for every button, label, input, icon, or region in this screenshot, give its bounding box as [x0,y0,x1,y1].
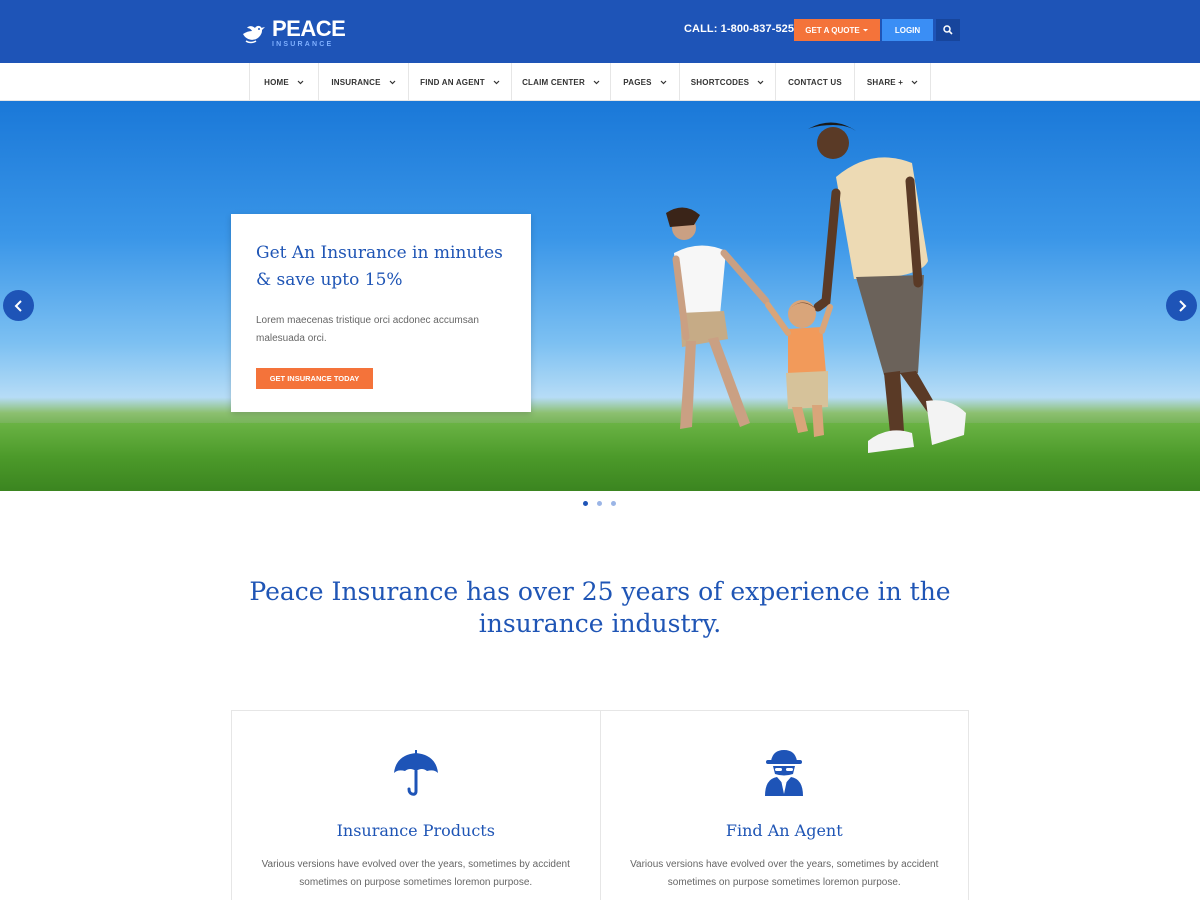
nav-item-share[interactable]: SHARE + [855,63,931,101]
hero-text: Lorem maecenas tristique orci acdonec ac… [256,315,479,344]
nav-item-claim-center[interactable]: CLAIM CENTER [512,63,611,101]
nav-item-label: INSURANCE [331,77,381,87]
hero-card: Get An Insurance in minutes & save upto … [231,214,531,412]
login-button[interactable]: LOGIN [882,19,933,41]
nav-item-label: CONTACT US [788,77,842,87]
nav-item-shortcodes[interactable]: SHORTCODES [680,63,776,101]
nav-item-label: SHORTCODES [690,77,750,87]
slider-next-button[interactable] [1166,290,1197,321]
feature-insurance-products[interactable]: Insurance Products Various versions have… [232,711,600,900]
nav-item-insurance[interactable]: INSURANCE [319,63,409,101]
search-icon [943,25,953,35]
dove-icon [243,25,265,44]
chevron-down-icon [911,80,918,84]
nav-item-label: SHARE + [866,77,904,87]
chevron-down-icon [660,80,667,84]
features-grid: Insurance Products Various versions have… [231,710,969,900]
logo[interactable]: PEACE INSURANCE [240,16,346,48]
agent-icon [765,750,804,796]
nav-item-pages[interactable]: PAGES [611,63,680,101]
nav-item-label: CLAIM CENTER [522,77,585,87]
chevron-right-icon [1178,299,1186,312]
slider-dot[interactable] [597,501,602,506]
chevron-left-icon [14,299,22,312]
chevron-down-icon [757,80,764,84]
search-button[interactable] [936,19,960,41]
feature-find-an-agent[interactable]: Find An Agent Various versions have evol… [599,711,969,900]
get-quote-button[interactable]: GET A QUOTE [794,19,880,41]
nav-item-contact-us[interactable]: CONTACT US [776,63,855,101]
chevron-down-icon [297,80,304,84]
brand-name: PEACE [272,16,346,41]
nav-item-label: HOME [264,77,289,87]
nav-item-home[interactable]: HOME [250,63,319,101]
caret-down-icon [862,29,868,32]
slider-prev-button[interactable] [3,290,34,321]
brand-tagline: INSURANCE [272,41,334,48]
nav-item-label: PAGES [623,77,652,87]
phone-number: CALL: 1-800-837-5254 [684,23,801,35]
top-bar: PEACE INSURANCE CALL: 1-800-837-5254 GET… [0,0,1200,63]
get-quote-label: GET A QUOTE [805,25,860,35]
nav-menu: HOME INSURANCE FIND AN AGENT CLAIM CENTE… [249,63,931,101]
hero-title: Get An Insurance in minutes & save upto … [256,243,503,290]
slider-dot[interactable] [611,501,616,506]
intro-heading: Peace Insurance has over 25 years of exp… [249,577,951,638]
feature-text: Various versions have evolved over the y… [630,859,939,888]
nav-item-find-an-agent[interactable]: FIND AN AGENT [409,63,512,101]
feature-title: Find An Agent [725,821,843,840]
chevron-down-icon [389,80,396,84]
hero-slider: Get An Insurance in minutes & save upto … [0,101,1200,491]
family-photo [666,122,966,453]
feature-title: Insurance Products [336,821,495,840]
chevron-down-icon [493,80,500,84]
slider-dots [583,501,616,506]
chevron-down-icon [593,80,600,84]
slider-dot[interactable] [583,501,588,506]
get-insurance-button[interactable]: GET INSURANCE TODAY [256,368,373,389]
nav-item-label: FIND AN AGENT [420,77,485,87]
main-nav: HOME INSURANCE FIND AN AGENT CLAIM CENTE… [0,63,1200,101]
feature-text: Various versions have evolved over the y… [261,859,570,888]
umbrella-icon [393,750,438,796]
